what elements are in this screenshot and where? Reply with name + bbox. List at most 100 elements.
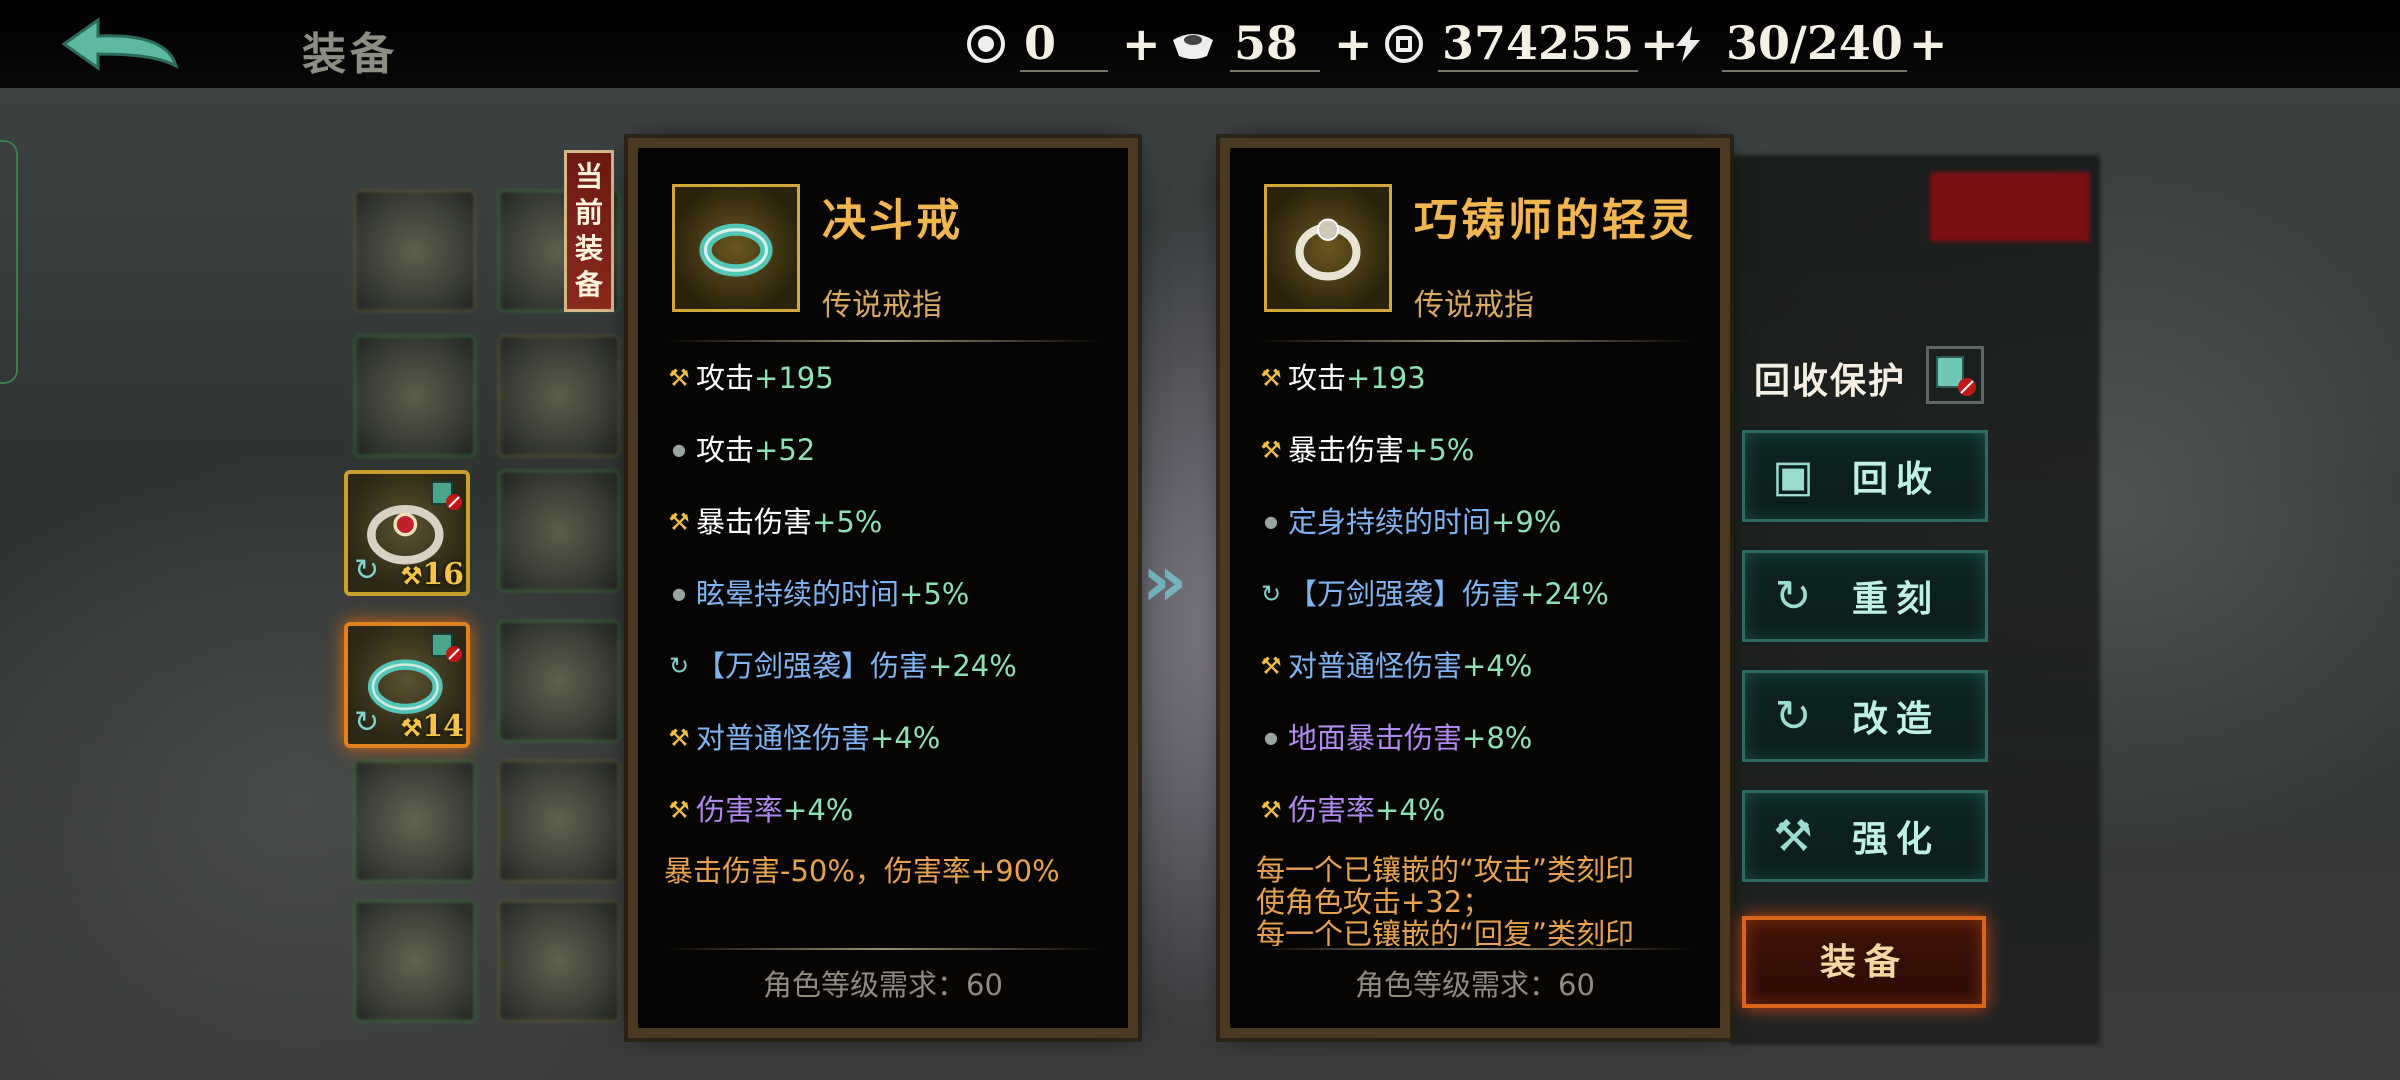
- gem-dot-icon: ●: [1264, 512, 1278, 531]
- stat-row: ⚒ 对普通怪伤害 +4%: [664, 718, 940, 758]
- stat-row: ● 地面暴击伤害 +8%: [1256, 718, 1532, 758]
- stat-value: +5%: [899, 577, 970, 611]
- button-label: 强化: [1851, 818, 1940, 860]
- stat-value: +4%: [783, 793, 854, 827]
- add-currency-button[interactable]: +: [1122, 17, 1161, 71]
- currency-stamina[interactable]: 30/240 +: [1668, 14, 1947, 74]
- enhance-button[interactable]: ⚒ 强化: [1742, 790, 1988, 882]
- hammer-icon: ⚒: [668, 364, 690, 392]
- modify-button[interactable]: ↻ 改造: [1742, 670, 1988, 762]
- stat-value: +4%: [870, 721, 941, 755]
- stat-value: +24%: [928, 649, 1017, 683]
- stat-row: ↻ 【万剑强袭】伤害 +24%: [1256, 574, 1609, 614]
- refresh-icon: ↻: [1774, 570, 1812, 622]
- page-title: 装备: [302, 29, 398, 80]
- currency-value: 58: [1230, 16, 1320, 72]
- compare-arrow-icon: »: [1142, 540, 1188, 622]
- grid-cell[interactable]: [354, 190, 476, 312]
- stat-row: ● 定身持续的时间 +9%: [1256, 502, 1561, 542]
- gem-dot-icon: ●: [672, 440, 686, 459]
- add-currency-button[interactable]: +: [1334, 17, 1373, 71]
- set-effect-note: 暴击伤害-50%，伤害率+90%: [664, 854, 1060, 888]
- slot-level: ⚒16: [400, 557, 464, 592]
- stat-label: 地面暴击伤害: [1288, 721, 1463, 755]
- stat-value: +24%: [1520, 577, 1609, 611]
- level-requirement: 角色等级需求：60: [763, 968, 1003, 1002]
- stat-label: 攻击: [1288, 361, 1347, 395]
- stat-label: 对普通怪伤害: [696, 721, 871, 755]
- hammer-icon: ⚒: [1260, 436, 1282, 464]
- divider: [664, 948, 1102, 950]
- refresh-icon: ↻: [1774, 690, 1812, 742]
- stat-row: ↻ 【万剑强袭】伤害 +24%: [664, 646, 1017, 686]
- hammer-icon: ⚒: [1260, 364, 1282, 392]
- stat-row: ⚒ 对普通怪伤害 +4%: [1256, 646, 1532, 686]
- ring-slot-2[interactable]: ↻ ⚒14: [344, 622, 470, 748]
- item-type: 传说戒指: [1414, 288, 1534, 323]
- hammer-icon: ⚒: [668, 724, 690, 752]
- divider: [1256, 340, 1694, 342]
- item-name: 决斗戒: [822, 195, 963, 246]
- stat-value: +52: [754, 433, 816, 467]
- hammer-icon: ⚒: [668, 508, 690, 536]
- currency-value: 374255: [1438, 16, 1639, 72]
- item-icon-frame: [1264, 184, 1392, 312]
- add-currency-button[interactable]: +: [1909, 17, 1948, 71]
- silver-ingot-icon: [1173, 34, 1213, 59]
- note-line: 使角色攻击+32；: [1256, 885, 1492, 919]
- current-equipped-tag: 当前装备: [564, 150, 614, 312]
- back-arrow-icon[interactable]: [58, 14, 188, 76]
- divider: [1256, 948, 1694, 950]
- stat-label: 眩晕持续的时间: [696, 577, 900, 611]
- inventory-tab[interactable]: [1930, 172, 2090, 242]
- stat-value: +8%: [1462, 721, 1533, 755]
- stat-label: 【万剑强袭】伤害: [1288, 577, 1521, 611]
- grid-cell[interactable]: [498, 620, 620, 742]
- item-name: 巧铸师的轻灵: [1414, 195, 1696, 246]
- stat-label: 攻击: [696, 433, 755, 467]
- hammer-icon: ⚒: [1773, 810, 1813, 862]
- recycle-button[interactable]: ▣ 回收: [1742, 430, 1988, 522]
- grid-cell[interactable]: [498, 335, 620, 457]
- stat-row: ● 攻击 +52: [664, 430, 815, 470]
- currency-coin[interactable]: 374255 +: [1384, 14, 1679, 74]
- grid-cell[interactable]: [498, 470, 620, 592]
- equip-button[interactable]: 装备: [1742, 916, 1986, 1008]
- ring-slot-1[interactable]: ↻ ⚒16: [344, 470, 470, 596]
- stat-label: 伤害率: [1288, 793, 1376, 827]
- stat-row: ⚒ 攻击 +195: [664, 358, 834, 398]
- hammer-icon: ⚒: [668, 796, 690, 824]
- stat-value: +4%: [1375, 793, 1446, 827]
- recycle-box-icon: ▣: [1772, 450, 1814, 502]
- item-icon-frame: [672, 184, 800, 312]
- stat-row: ● 眩晕持续的时间 +5%: [664, 574, 969, 614]
- stat-label: 对普通怪伤害: [1288, 649, 1463, 683]
- button-label: 重刻: [1851, 578, 1940, 620]
- currency-value: 30/240: [1722, 16, 1907, 72]
- stat-row: ⚒ 暴击伤害 +5%: [1256, 430, 1474, 470]
- grid-cell[interactable]: [354, 335, 476, 457]
- lightning-icon: [1676, 26, 1700, 62]
- grid-cell[interactable]: [354, 760, 476, 882]
- grid-cell[interactable]: [354, 900, 476, 1022]
- gem-dot-icon: ●: [1264, 728, 1278, 747]
- silver-ring-icon: [1295, 218, 1361, 281]
- stat-value: +195: [754, 361, 834, 395]
- stat-row: ⚒ 伤害率 +4%: [1256, 790, 1445, 830]
- stat-value: +4%: [1462, 649, 1533, 683]
- hammer-icon: ⚒: [1260, 652, 1282, 680]
- refresh-icon: ↻: [1260, 580, 1282, 608]
- currency-silver[interactable]: 58 +: [1170, 14, 1373, 74]
- currency-coupon[interactable]: 0 +: [966, 14, 1161, 74]
- stat-row: ⚒ 攻击 +193: [1256, 358, 1426, 398]
- grid-cell[interactable]: [498, 900, 620, 1022]
- reforge-button[interactable]: ↻ 重刻: [1742, 550, 1988, 642]
- recycle-protect-toggle[interactable]: [1926, 346, 1984, 404]
- level-requirement: 角色等级需求：60: [1355, 968, 1595, 1002]
- side-drawer-handle[interactable]: [0, 140, 18, 384]
- stat-value: +193: [1346, 361, 1426, 395]
- grid-cell[interactable]: [498, 760, 620, 882]
- coupon-icon: [967, 25, 1005, 63]
- coin-icon: [1385, 25, 1423, 63]
- new-item-panel: 巧铸师的轻灵 传说戒指 ⚒ 攻击 +193 ⚒ 暴击伤害 +5% ● 定身持续的时间 +9% ↻ 【…: [1230, 148, 1720, 1028]
